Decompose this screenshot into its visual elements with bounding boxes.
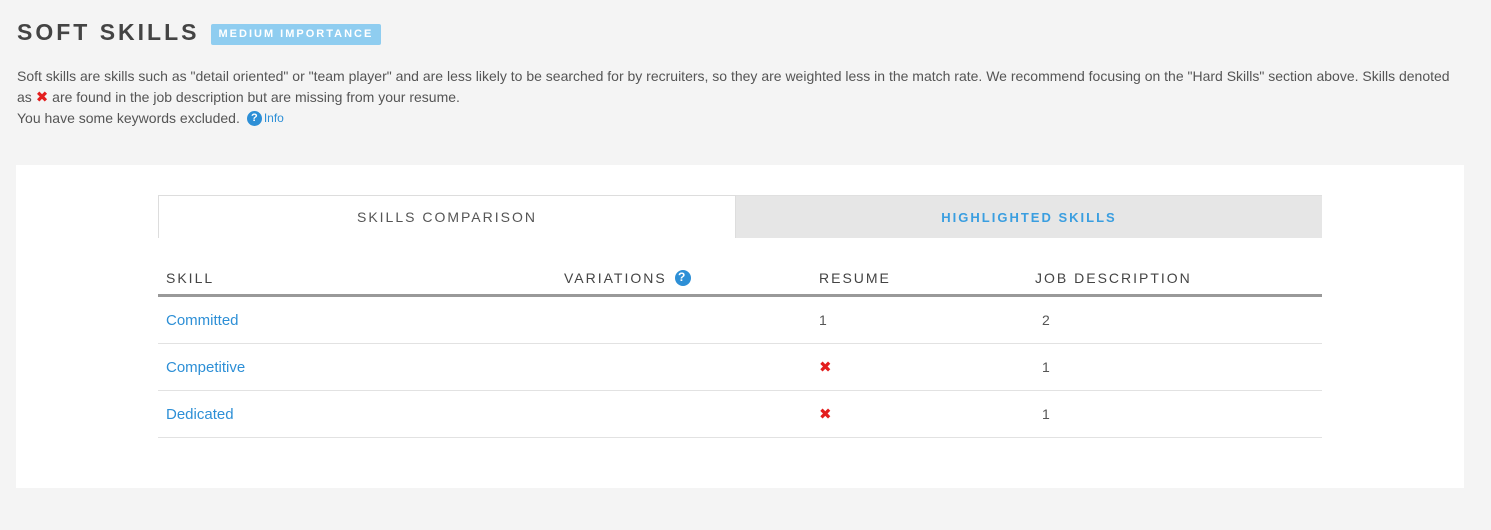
- column-header-variations: VARIATIONS ?: [564, 269, 819, 286]
- column-header-job-description: JOB DESCRIPTION: [1035, 269, 1192, 286]
- info-link-label: Info: [263, 111, 284, 125]
- job-description-count: 1: [1042, 406, 1050, 422]
- table-header: SKILL VARIATIONS ? RESUME JOB DESCRIPTIO…: [158, 261, 1322, 297]
- table-row: Dedicated ✖ 1: [158, 391, 1322, 438]
- job-description-count: 2: [1042, 312, 1050, 328]
- resume-count: 1: [819, 312, 827, 328]
- skills-tabs: SKILLS COMPARISON HIGHLIGHTED SKILLS: [158, 195, 1322, 238]
- skill-cell: Dedicated: [158, 406, 564, 423]
- section-title: SOFT SKILLS: [17, 19, 200, 45]
- missing-x-icon: ✖: [35, 89, 49, 106]
- tab-skills-comparison[interactable]: SKILLS COMPARISON: [158, 195, 736, 238]
- tab-highlighted-skills[interactable]: HIGHLIGHTED SKILLS: [736, 195, 1322, 238]
- importance-badge: MEDIUM IMPORTANCE: [210, 23, 382, 45]
- skills-table: SKILL VARIATIONS ? RESUME JOB DESCRIPTIO…: [158, 261, 1322, 438]
- help-circle-icon: ?: [246, 111, 262, 126]
- resume-cell: ✖: [819, 405, 1035, 423]
- info-link[interactable]: ? Info: [246, 108, 284, 129]
- description-line-2-post: are found in the job description but are…: [52, 89, 460, 105]
- description-line-1: Soft skills are skills such as "detail o…: [17, 68, 1396, 84]
- missing-x-icon: ✖: [819, 406, 832, 423]
- resume-cell: ✖: [819, 358, 1035, 376]
- skill-cell: Competitive: [158, 359, 564, 376]
- variations-help-icon[interactable]: ?: [674, 269, 691, 286]
- skill-cell: Committed: [158, 312, 564, 329]
- skill-link-dedicated[interactable]: Dedicated: [166, 406, 234, 423]
- excluded-keywords-text: You have some keywords excluded.: [17, 110, 240, 126]
- soft-skills-section: SOFT SKILLS MEDIUM IMPORTANCE Soft skill…: [0, 0, 1491, 530]
- skills-panel: SKILLS COMPARISON HIGHLIGHTED SKILLS SKI…: [16, 165, 1464, 488]
- column-header-skill: SKILL: [166, 269, 215, 286]
- excluded-keywords-note: You have some keywords excluded. ? Info: [17, 108, 284, 129]
- skill-link-competitive[interactable]: Competitive: [166, 359, 245, 376]
- table-row: Competitive ✖ 1: [158, 344, 1322, 391]
- column-header-variations-label: VARIATIONS: [564, 269, 667, 286]
- skill-link-committed[interactable]: Committed: [166, 312, 239, 329]
- section-header: SOFT SKILLS MEDIUM IMPORTANCE: [17, 19, 382, 45]
- missing-x-icon: ✖: [819, 359, 832, 376]
- section-description: Soft skills are skills such as "detail o…: [17, 66, 1467, 108]
- job-description-count: 1: [1042, 359, 1050, 375]
- column-header-resume: RESUME: [819, 269, 891, 286]
- table-row: Committed 1 2: [158, 297, 1322, 344]
